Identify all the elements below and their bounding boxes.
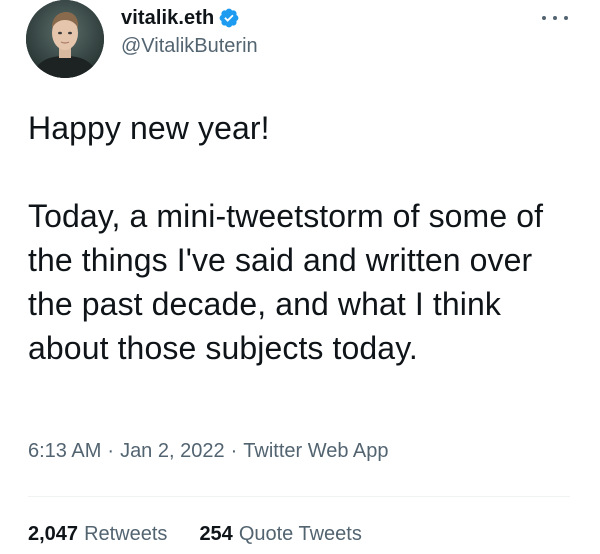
retweets-label: Retweets: [84, 523, 168, 545]
avatar[interactable]: [26, 0, 104, 78]
tweet-card: vitalik.eth @VitalikButerin Happy new ye…: [0, 0, 600, 554]
author-block: vitalik.eth @VitalikButerin: [121, 4, 258, 58]
meta-separator: ·: [107, 440, 115, 462]
tweet-source[interactable]: Twitter Web App: [243, 440, 388, 463]
dot: [553, 16, 557, 20]
tweet-text: Happy new year! Today, a mini-tweetstorm…: [28, 110, 544, 366]
tweet-meta: 6:13 AM · Jan 2, 2022 · Twitter Web App: [28, 440, 389, 463]
more-options-icon[interactable]: [542, 8, 568, 28]
meta-separator: ·: [230, 440, 238, 462]
tweet-date[interactable]: Jan 2, 2022: [120, 440, 225, 463]
quote-tweets-label: Quote Tweets: [238, 523, 362, 545]
quote-tweets-count: 254: [199, 523, 233, 545]
retweets-stat[interactable]: 2,047 Retweets: [28, 523, 167, 546]
divider: [28, 496, 570, 497]
dot: [542, 16, 546, 20]
avatar-image: [26, 0, 104, 78]
quote-tweets-stat[interactable]: 254 Quote Tweets: [199, 523, 361, 546]
tweet-stats: 2,047 Retweets 254 Quote Tweets: [28, 523, 362, 546]
dot: [564, 16, 568, 20]
display-name[interactable]: vitalik.eth: [121, 7, 214, 30]
tweet-time[interactable]: 6:13 AM: [28, 440, 101, 463]
user-handle[interactable]: @VitalikButerin: [121, 35, 258, 58]
verified-badge-icon: [218, 7, 240, 29]
retweets-count: 2,047: [28, 523, 79, 545]
name-row: vitalik.eth: [121, 4, 258, 32]
